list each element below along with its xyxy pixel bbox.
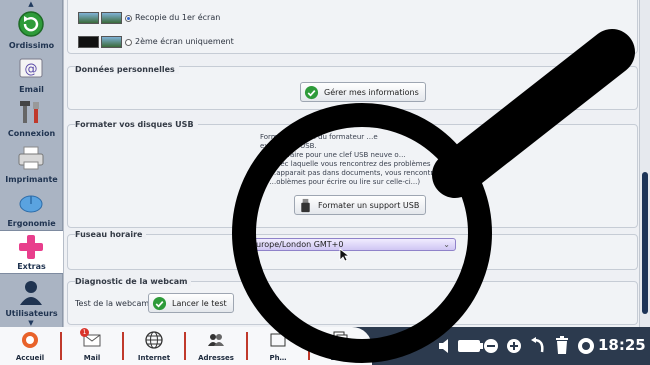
sidebar-item-label: Utilisateurs — [5, 309, 58, 318]
format-usb-label: Formater un support USB — [318, 200, 420, 210]
sidebar: ▲ Ordissimo @ Email Connexion Imprimante… — [0, 0, 63, 327]
taskbar-separator — [184, 332, 186, 360]
sidebar-item-label: Connexion — [7, 129, 56, 138]
taskbar: Accueil 1 Mail Internet Adresses Ph… Doc… — [0, 327, 650, 365]
battery-icon[interactable] — [457, 339, 485, 353]
sidebar-scroll-down-icon[interactable]: ▼ — [26, 320, 36, 327]
sidebar-scroll-up-icon[interactable]: ▲ — [26, 1, 36, 8]
taskbar-item-label: Ph… — [269, 354, 287, 362]
webcam-title: Diagnostic de la webcam — [75, 277, 192, 286]
taskbar-item-docs[interactable]: Docs — [312, 327, 368, 365]
sidebar-item-extras[interactable]: Extras — [0, 230, 63, 274]
mouse-cursor-icon — [339, 248, 349, 262]
contacts-icon — [208, 334, 224, 346]
taskbar-item-label: Accueil — [15, 354, 45, 362]
taskbar-separator — [308, 332, 310, 360]
manage-info-button[interactable]: Gérer mes informations — [300, 82, 426, 102]
timezone-select[interactable]: Europe/London GMT+0 ⌄ — [246, 238, 456, 251]
manage-info-label: Gérer mes informations — [324, 87, 419, 97]
home-icon — [22, 332, 38, 348]
usb-icon — [301, 198, 310, 212]
tools-icon — [20, 101, 39, 123]
mirror-screen-thumbnail — [78, 12, 122, 24]
screen-section: Recopie du 1er écran 2ème écran uniqueme… — [67, 0, 638, 54]
taskbar-item-internet[interactable]: Internet — [126, 327, 182, 365]
webcam-test-label: Test de la webcam : — [75, 299, 155, 308]
lifebuoy-icon[interactable] — [577, 337, 595, 355]
zoom-in-icon[interactable] — [506, 338, 522, 354]
second-screen-thumbnail — [78, 36, 122, 48]
sidebar-item-imprimante[interactable]: Imprimante — [0, 142, 63, 186]
personal-data-title: Données personnelles — [75, 65, 179, 74]
sidebar-item-email[interactable]: @ Email — [0, 52, 63, 96]
webcam-section: Diagnostic de la webcam Test de la webca… — [67, 277, 638, 325]
volume-icon[interactable] — [438, 337, 452, 355]
usb-format-section: Formater vos disques USB Forma… …ation d… — [67, 120, 638, 228]
mouse-icon — [19, 195, 43, 213]
scrollbar-thumb[interactable] — [642, 172, 648, 314]
user-icon — [20, 281, 42, 305]
svg-text:@: @ — [25, 62, 38, 77]
docs-icon — [333, 331, 348, 350]
taskbar-item-accueil[interactable]: Accueil — [2, 327, 58, 365]
usb-format-title: Formater vos disques USB — [75, 120, 198, 129]
taskbar-item-label: Adresses — [198, 354, 234, 362]
mail-badge: 1 — [80, 328, 89, 337]
sidebar-item-label: Ordissimo — [8, 41, 55, 50]
chevron-down-icon: ⌄ — [443, 240, 450, 249]
taskbar-item-photos[interactable]: Ph… — [250, 327, 306, 365]
launch-test-label: Lancer le test — [172, 298, 227, 308]
taskbar-separator — [122, 332, 124, 360]
plus-icon — [19, 235, 43, 259]
refresh-icon — [18, 11, 44, 37]
taskbar-item-label: Mail — [83, 354, 101, 362]
taskbar-item-label: Internet — [137, 354, 171, 362]
second-screen-label: 2ème écran uniquement — [135, 37, 234, 46]
check-icon — [304, 85, 319, 99]
undo-icon[interactable] — [530, 337, 546, 355]
mirror-label: Recopie du 1er écran — [135, 13, 221, 22]
personal-data-section: Données personnelles Gérer mes informati… — [67, 65, 638, 110]
sidebar-item-connexion[interactable]: Connexion — [0, 96, 63, 140]
check-icon — [152, 296, 167, 310]
format-usb-button[interactable]: Formater un support USB — [294, 195, 427, 215]
timezone-title: Fuseau horaire — [75, 230, 147, 239]
vertical-scrollbar[interactable] — [639, 0, 650, 327]
globe-icon — [145, 331, 163, 349]
usb-format-description: Forma… …ation du formateur …e exte… …el … — [260, 133, 456, 186]
settings-panel: Recopie du 1er écran 2ème écran uniqueme… — [63, 0, 639, 327]
mirror-radio[interactable] — [125, 15, 132, 22]
launch-test-button[interactable]: Lancer le test — [148, 293, 234, 313]
trash-icon[interactable] — [554, 335, 570, 355]
sidebar-item-ordissimo[interactable]: Ordissimo — [0, 8, 63, 52]
printer-icon — [18, 146, 44, 170]
sidebar-item-label: Ergonomie — [7, 219, 56, 228]
taskbar-item-label: Docs — [330, 354, 350, 362]
clock: 18:25 — [598, 336, 646, 354]
sidebar-item-label: Email — [19, 85, 44, 94]
zoom-out-icon[interactable] — [483, 338, 499, 354]
sidebar-item-label: Extras — [17, 262, 46, 271]
second-screen-radio[interactable] — [125, 39, 132, 46]
sidebar-item-ergonomie[interactable]: Ergonomie — [0, 186, 63, 230]
timezone-value: Europe/London GMT+0 — [251, 240, 344, 249]
sidebar-item-utilisateurs[interactable]: Utilisateurs — [0, 276, 63, 320]
sidebar-item-label: Imprimante — [5, 175, 58, 184]
photos-icon — [270, 333, 286, 347]
email-icon: @ — [19, 58, 43, 78]
taskbar-separator — [246, 332, 248, 360]
taskbar-item-adresses[interactable]: Adresses — [188, 327, 244, 365]
taskbar-item-mail[interactable]: 1 Mail — [64, 327, 120, 365]
taskbar-separator — [60, 332, 62, 360]
